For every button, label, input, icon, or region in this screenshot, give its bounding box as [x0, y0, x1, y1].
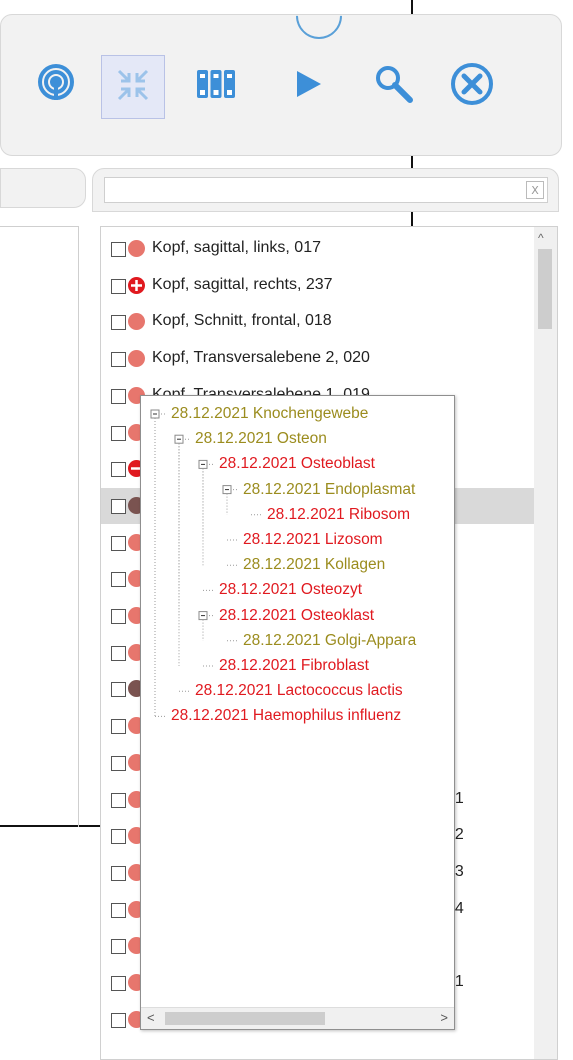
- item-checkbox[interactable]: [111, 278, 126, 294]
- broadcast-button[interactable]: [25, 55, 87, 117]
- item-checkbox[interactable]: [111, 792, 126, 808]
- tree-hscrollbar[interactable]: < >: [141, 1007, 454, 1029]
- tree-node-label[interactable]: 28.12.2021 Haemophilus influenz: [171, 707, 401, 725]
- tree-node-label[interactable]: 28.12.2021 Lactococcus lactis: [195, 682, 403, 700]
- search-icon: [372, 62, 416, 111]
- collapse-toggle-icon[interactable]: [150, 409, 160, 419]
- search-button[interactable]: [363, 55, 425, 117]
- broadcast-icon: [34, 62, 78, 111]
- scroll-left-arrow-icon[interactable]: <: [147, 1010, 155, 1025]
- list-item[interactable]: Kopf, Transversalebene 2, 020: [101, 341, 535, 377]
- item-checkbox[interactable]: [111, 755, 126, 771]
- item-checkbox[interactable]: [111, 572, 126, 588]
- tree-popup: 28.12.2021 Knochengewebe 28.12.2021 Osteo…: [140, 395, 455, 1030]
- list-item-label: Kopf, sagittal, rechts, 237: [152, 275, 333, 293]
- item-checkbox[interactable]: [111, 388, 126, 404]
- tree-node-label[interactable]: 28.12.2021 Osteon: [195, 430, 327, 448]
- item-checkbox[interactable]: [111, 902, 126, 918]
- columns-button[interactable]: [185, 55, 247, 117]
- search-input[interactable]: X: [104, 177, 548, 203]
- item-checkbox[interactable]: [111, 425, 126, 441]
- app-window: X Kopf, sagittal, links, 017 Kopf, sagitt…: [0, 0, 573, 1060]
- clear-search-button[interactable]: X: [526, 181, 544, 199]
- scroll-up-arrow-icon[interactable]: ^: [538, 231, 544, 245]
- item-checkbox[interactable]: [111, 242, 126, 257]
- tree-node-label[interactable]: 28.12.2021 Knochengewebe: [171, 405, 368, 423]
- item-checkbox[interactable]: [111, 976, 126, 991]
- scroll-thumb[interactable]: [538, 249, 552, 329]
- collapse-toggle-icon[interactable]: [198, 459, 208, 469]
- item-checkbox[interactable]: [111, 1012, 126, 1028]
- item-checkbox[interactable]: [111, 498, 126, 514]
- tree-node-label[interactable]: 28.12.2021 Osteoblast: [219, 455, 375, 473]
- tree-node-label[interactable]: 28.12.2021 Lizosom: [243, 531, 383, 549]
- tree-node-label[interactable]: 28.12.2021 Endoplasmat: [243, 481, 415, 499]
- item-checkbox[interactable]: [111, 352, 126, 368]
- close-icon: [449, 61, 495, 112]
- play-icon: [291, 67, 325, 106]
- collapse-toggle-icon[interactable]: [198, 611, 208, 621]
- status-dot-icon: [128, 313, 145, 331]
- toolbar: [0, 0, 562, 156]
- list-item-label: Kopf, Schnitt, frontal, 018: [152, 312, 332, 330]
- list-item-label: Kopf, sagittal, links, 017: [152, 239, 321, 256]
- item-checkbox[interactable]: [111, 645, 126, 661]
- left-tab-header: [0, 168, 86, 208]
- list-item[interactable]: Kopf, sagittal, links, 017: [101, 231, 535, 267]
- close-button[interactable]: [441, 55, 503, 117]
- play-button[interactable]: [277, 55, 339, 117]
- tree-node-label[interactable]: 28.12.2021 Osteozyt: [219, 581, 362, 599]
- plus-badge-icon: [128, 276, 145, 294]
- item-checkbox[interactable]: [111, 535, 126, 551]
- item-checkbox[interactable]: [111, 829, 126, 845]
- item-checkbox[interactable]: [111, 315, 126, 331]
- status-dot-icon: [128, 240, 145, 257]
- scroll-right-arrow-icon[interactable]: >: [440, 1010, 448, 1025]
- item-checkbox[interactable]: [111, 939, 126, 955]
- tree-node-label[interactable]: 28.12.2021 Osteoklast: [219, 607, 374, 625]
- tree-node-label[interactable]: 28.12.2021 Golgi-Appara: [243, 632, 416, 650]
- list-scrollbar[interactable]: ^: [534, 227, 557, 1059]
- tree-node-label[interactable]: 28.12.2021 Ribosom: [267, 506, 410, 524]
- tree-node-label[interactable]: 28.12.2021 Fibroblast: [219, 657, 369, 675]
- status-dot-icon: [128, 350, 145, 368]
- item-checkbox[interactable]: [111, 609, 126, 624]
- item-checkbox[interactable]: [111, 682, 126, 698]
- item-checkbox[interactable]: [111, 865, 126, 881]
- columns-icon: [194, 64, 238, 109]
- hscroll-thumb[interactable]: [165, 1012, 325, 1025]
- collapse-button[interactable]: [101, 55, 165, 119]
- collapse-toggle-icon[interactable]: [174, 434, 184, 444]
- collapse-icon: [113, 65, 153, 110]
- tree-node-label[interactable]: 28.12.2021 Kollagen: [243, 556, 385, 574]
- left-list-area: [0, 226, 79, 827]
- list-item[interactable]: Kopf, sagittal, rechts, 237: [101, 268, 535, 304]
- list-item[interactable]: Kopf, Schnitt, frontal, 018: [101, 304, 535, 340]
- list-item-label: Kopf, Transversalebene 2, 020: [152, 349, 370, 367]
- collapse-toggle-icon[interactable]: [222, 485, 232, 495]
- item-checkbox[interactable]: [111, 462, 126, 478]
- item-checkbox[interactable]: [111, 719, 126, 735]
